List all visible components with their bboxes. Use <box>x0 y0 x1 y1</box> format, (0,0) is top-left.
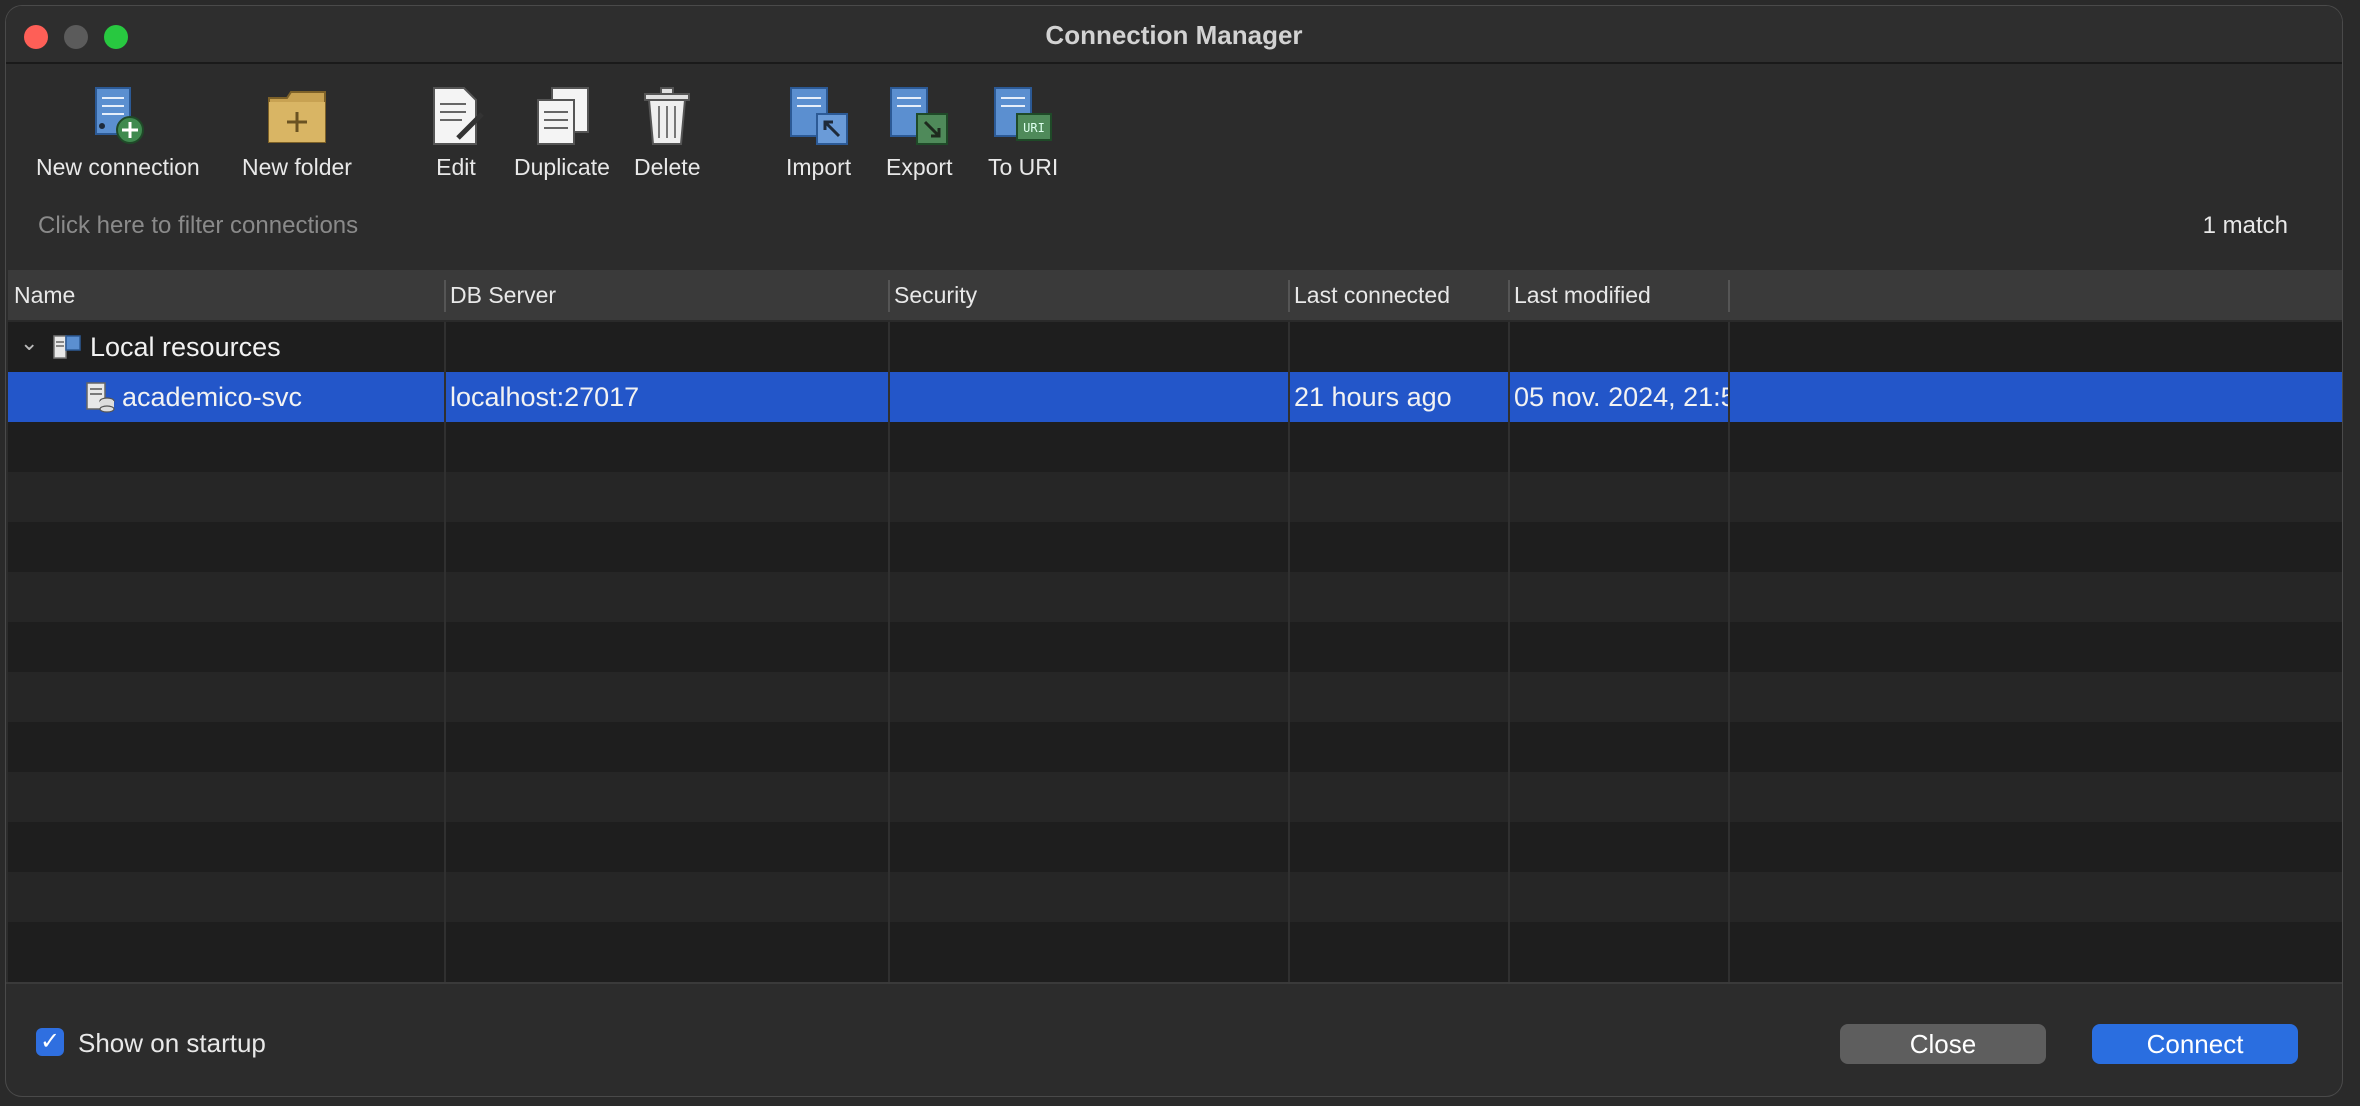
window-title: Connection Manager <box>1045 20 1303 50</box>
export-button[interactable]: Export <box>886 84 952 181</box>
new-folder-button[interactable]: New folder <box>242 84 352 181</box>
group-label: Local resources <box>90 332 281 362</box>
column-divider[interactable] <box>444 280 446 312</box>
uri-badge-text: URI <box>1023 121 1045 135</box>
column-grid-line <box>1728 322 1730 982</box>
column-divider[interactable] <box>1508 280 1510 312</box>
import-icon <box>789 87 848 145</box>
show-on-startup-checkbox[interactable]: ✓ <box>36 1028 64 1056</box>
new-folder-label: New folder <box>242 154 352 180</box>
import-button[interactable]: Import <box>786 84 851 181</box>
toolbar: New connection New folder Edit Duplicate… <box>6 64 2342 182</box>
duplicate-icon <box>536 87 589 145</box>
column-header-security[interactable]: Security <box>894 282 977 309</box>
column-divider[interactable] <box>888 280 890 312</box>
group-row-local-resources[interactable]: ⌄ Local resources <box>8 322 2342 372</box>
to-uri-label: To URI <box>988 154 1059 180</box>
export-icon <box>890 87 949 145</box>
connection-last-connected: 21 hours ago <box>1294 382 1452 412</box>
to-uri-icon: URI <box>994 87 1053 141</box>
computer-icon <box>53 335 81 359</box>
empty-row <box>8 872 2342 922</box>
duplicate-button[interactable]: Duplicate <box>514 84 610 181</box>
column-divider[interactable] <box>1288 280 1290 312</box>
filter-input[interactable]: Click here to filter connections <box>38 212 358 240</box>
connections-table: Name DB Server Security Last connected L… <box>8 270 2342 982</box>
new-connection-label: New connection <box>36 154 200 180</box>
chevron-down-icon[interactable]: ⌄ <box>20 330 38 356</box>
column-header-last-modified[interactable]: Last modified <box>1514 282 1651 309</box>
export-label: Export <box>886 154 953 180</box>
new-folder-icon <box>267 91 326 143</box>
connect-button[interactable]: Connect <box>2092 1024 2298 1064</box>
new-connection-button[interactable]: New connection <box>36 84 200 181</box>
column-header-db-server[interactable]: DB Server <box>450 282 556 309</box>
delete-button[interactable]: Delete <box>634 84 700 181</box>
import-label: Import <box>786 154 852 180</box>
show-on-startup-label[interactable]: Show on startup <box>78 1028 266 1059</box>
table-body: ⌄ Local resources academico-svc localhos… <box>8 322 2342 982</box>
new-connection-icon <box>94 87 144 144</box>
match-count: 1 match <box>2202 212 2288 239</box>
connection-name: academico-svc <box>122 382 303 412</box>
column-grid-line <box>1288 322 1290 982</box>
to-uri-button[interactable]: URI To URI <box>988 84 1058 181</box>
database-connection-icon <box>86 382 115 413</box>
column-grid-line <box>1508 322 1510 982</box>
column-divider[interactable] <box>1728 280 1730 312</box>
edit-label: Edit <box>436 154 476 180</box>
table-header: Name DB Server Security Last connected L… <box>8 270 2342 322</box>
connection-manager-window: Connection Manager New connection New fo… <box>6 6 2342 1096</box>
table-row[interactable]: academico-svc localhost:27017 21 hours a… <box>8 372 2342 422</box>
title-bar: Connection Manager <box>6 6 2342 64</box>
connection-server: localhost:27017 <box>450 382 640 412</box>
footer: ✓ Show on startup Close Connect <box>6 982 2342 1096</box>
empty-row <box>8 772 2342 822</box>
connection-last-modified: 05 nov. 2024, 21:5 <box>1514 382 1728 412</box>
duplicate-label: Duplicate <box>514 154 610 180</box>
column-header-name[interactable]: Name <box>14 282 75 309</box>
empty-row <box>8 572 2342 622</box>
edit-button[interactable]: Edit <box>424 84 488 181</box>
edit-icon <box>433 87 484 145</box>
column-header-last-connected[interactable]: Last connected <box>1294 282 1450 309</box>
column-grid-line <box>888 322 890 982</box>
empty-row <box>8 672 2342 722</box>
column-grid-line <box>444 322 446 982</box>
trash-icon <box>644 87 691 145</box>
delete-label: Delete <box>634 154 701 180</box>
close-button[interactable]: Close <box>1840 1024 2046 1064</box>
empty-row <box>8 472 2342 522</box>
